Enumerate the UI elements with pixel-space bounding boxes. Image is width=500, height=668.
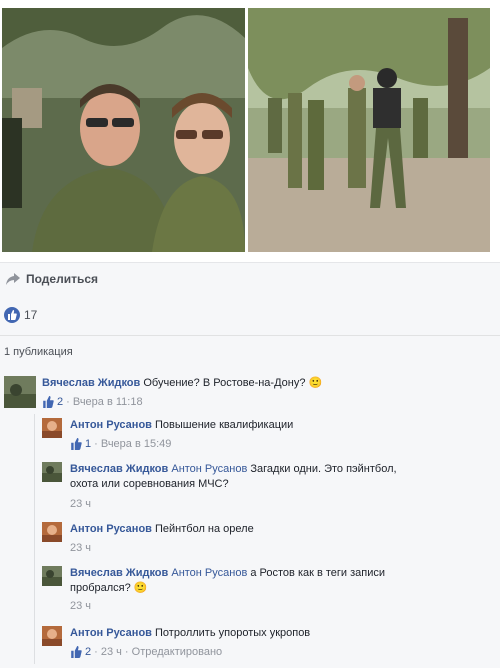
share-arrow-icon bbox=[6, 273, 20, 285]
comment-meta: 23 ч bbox=[70, 542, 91, 554]
comment-like-count[interactable]: 2 bbox=[57, 396, 63, 408]
share-button[interactable]: Поделиться bbox=[6, 272, 98, 286]
comment-text: Антон Русанов Потроллить упоротых укропо… bbox=[70, 627, 311, 639]
comment-text: Вячеслав Жидков Антон Русанов Загадки од… bbox=[70, 463, 397, 490]
thumbs-up-icon[interactable] bbox=[70, 438, 82, 450]
comment-author[interactable]: Антон Русанов bbox=[70, 523, 152, 535]
comments-section: Вячеслав Жидков Обучение? В Ростове-на-Д… bbox=[0, 368, 500, 668]
comment-author[interactable]: Вячеслав Жидков bbox=[70, 463, 168, 475]
comment-time[interactable]: 23 ч bbox=[70, 600, 91, 612]
avatar[interactable] bbox=[42, 462, 62, 482]
reply-thread-line bbox=[34, 414, 35, 664]
comment-author[interactable]: Вячеслав Жидков bbox=[42, 377, 140, 389]
comment-text: Вячеслав Жидков Антон Русанов а Ростов к… bbox=[70, 567, 386, 594]
comment-time[interactable]: · Вчера в 15:49 bbox=[94, 438, 171, 450]
photo-group-image bbox=[248, 8, 490, 252]
comment-item: Вячеслав Жидков Обучение? В Ростове-на-Д… bbox=[0, 368, 500, 412]
comment-mention[interactable]: Антон Русанов bbox=[171, 463, 247, 475]
share-bar: Поделиться bbox=[0, 262, 500, 298]
post-photos bbox=[0, 0, 500, 258]
comment-time[interactable]: 23 ч bbox=[70, 542, 91, 554]
comment-meta: 1 · Вчера в 15:49 bbox=[70, 438, 171, 450]
reply-item: Антон Русанов Пейнтбол на ореле 23 ч bbox=[40, 520, 500, 560]
share-label: Поделиться bbox=[26, 272, 99, 286]
avatar[interactable] bbox=[4, 376, 36, 408]
comment-meta: 2 · 23 ч · Отредактировано bbox=[70, 646, 222, 658]
comment-meta: 23 ч bbox=[70, 498, 91, 510]
thumbs-up-icon[interactable] bbox=[70, 646, 82, 658]
comment-text: Вячеслав Жидков Обучение? В Ростове-на-Д… bbox=[42, 377, 323, 389]
reply-item: Вячеслав Жидков Антон Русанов а Ростов к… bbox=[40, 564, 500, 620]
avatar[interactable] bbox=[42, 626, 62, 646]
comment-author[interactable]: Антон Русанов bbox=[70, 627, 152, 639]
comment-like-count[interactable]: 2 bbox=[85, 646, 91, 658]
comment-time[interactable]: · Вчера в 11:18 bbox=[66, 396, 142, 408]
photo-selfie-image bbox=[2, 8, 245, 252]
photo-group[interactable] bbox=[248, 8, 490, 252]
reply-item: Вячеслав Жидков Антон Русанов Загадки од… bbox=[40, 460, 500, 514]
comment-meta: 2 · Вчера в 11:18 bbox=[42, 396, 143, 408]
likes-count[interactable]: 17 bbox=[24, 308, 37, 322]
comment-author[interactable]: Вячеслав Жидков bbox=[70, 567, 168, 579]
publications-row: 1 публикация bbox=[0, 336, 500, 368]
comment-like-count[interactable]: 1 bbox=[85, 438, 91, 450]
thumbs-up-icon[interactable] bbox=[4, 307, 20, 323]
comment-time[interactable]: · 23 ч · Отредактировано bbox=[94, 646, 222, 658]
comment-text: Антон Русанов Повышение квалификации bbox=[70, 419, 294, 431]
publications-link[interactable]: 1 публикация bbox=[4, 346, 73, 358]
comment-meta: 23 ч bbox=[70, 600, 91, 612]
comment-time[interactable]: 23 ч bbox=[70, 498, 91, 510]
avatar[interactable] bbox=[42, 566, 62, 586]
reply-item: Антон Русанов Потроллить упоротых укропо… bbox=[40, 624, 500, 664]
avatar[interactable] bbox=[42, 522, 62, 542]
comment-text: Антон Русанов Пейнтбол на ореле bbox=[70, 523, 254, 535]
likes-row: 17 bbox=[0, 297, 500, 336]
thumbs-up-icon[interactable] bbox=[42, 396, 54, 408]
avatar[interactable] bbox=[42, 418, 62, 438]
comment-author[interactable]: Антон Русанов bbox=[70, 419, 152, 431]
photo-selfie[interactable] bbox=[2, 8, 245, 252]
comment-mention[interactable]: Антон Русанов bbox=[171, 567, 247, 579]
reply-item: Антон Русанов Повышение квалификации 1 ·… bbox=[40, 416, 500, 456]
